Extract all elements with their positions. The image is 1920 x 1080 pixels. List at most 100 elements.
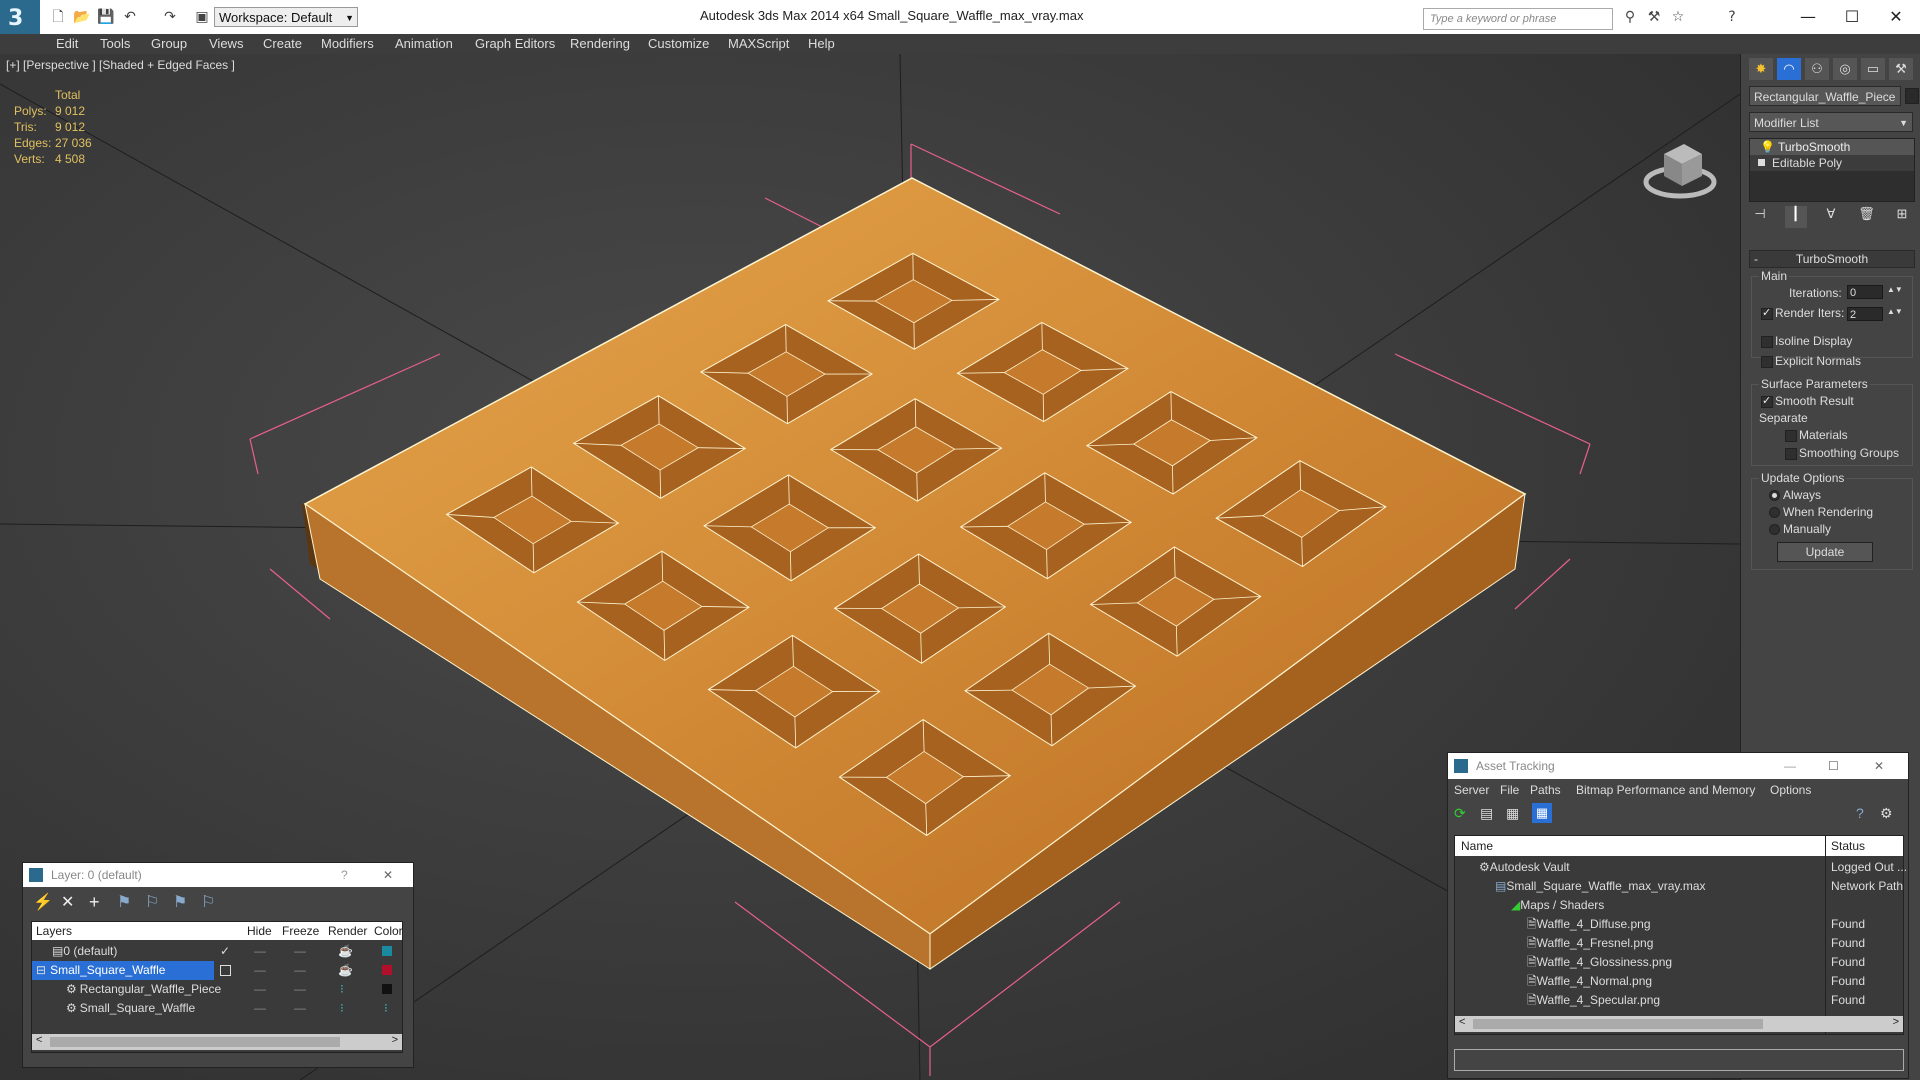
menu-options[interactable]: Options xyxy=(1770,781,1811,800)
layer-color-swatch[interactable] xyxy=(382,946,392,956)
help-button[interactable]: ? xyxy=(341,863,348,887)
modify-tab-icon[interactable]: ◠ xyxy=(1777,58,1801,80)
remove-modifier-icon[interactable]: 🗑 xyxy=(1856,206,1878,228)
menu-views[interactable]: Views xyxy=(209,34,243,54)
layer-window-titlebar[interactable]: Layer: 0 (default) ? ✕ xyxy=(23,863,413,887)
layer-row[interactable]: ⚙ Small_Square_Waffle — — ⁝ ⁝ xyxy=(32,999,402,1018)
maximize-button[interactable]: ☐ xyxy=(1828,753,1839,779)
viewport-label[interactable]: [+] [Perspective ] [Shaded + Edged Faces… xyxy=(6,58,235,72)
manually-radio[interactable] xyxy=(1769,524,1780,535)
hierarchy-tab-icon[interactable]: ⚇ xyxy=(1805,58,1829,80)
layer-row[interactable]: ⊟ Small_Square_Waffle — — ☕ xyxy=(32,961,402,980)
asset-row[interactable]: ⚙Autodesk Vault Logged Out ... xyxy=(1455,858,1907,877)
menu-graph-editors[interactable]: Graph Editors xyxy=(475,34,555,54)
help-icon[interactable]: ? xyxy=(1722,8,1742,26)
materials-checkbox[interactable] xyxy=(1785,430,1797,442)
utilities-tab-icon[interactable]: ⚒ xyxy=(1889,58,1913,80)
add-selection-icon[interactable]: ⚑ xyxy=(117,892,137,912)
undo-icon[interactable]: ↶ xyxy=(120,8,140,26)
asset-row[interactable]: ▤Small_Square_Waffle_max_vray.max Network… xyxy=(1455,877,1903,896)
active-checkbox[interactable] xyxy=(220,965,231,976)
asset-window-titlebar[interactable]: Asset Tracking — ☐ ✕ xyxy=(1448,753,1908,779)
motion-tab-icon[interactable]: ◎ xyxy=(1833,58,1857,80)
scrollbar-thumb[interactable] xyxy=(50,1037,340,1047)
layer-color-swatch[interactable] xyxy=(382,984,392,994)
freeze-toggle[interactable]: — xyxy=(294,942,306,961)
save-file-icon[interactable]: 💾 xyxy=(96,8,116,26)
freeze-toggle[interactable]: — xyxy=(294,961,306,980)
close-button[interactable]: ✕ xyxy=(1874,753,1884,779)
menu-rendering[interactable]: Rendering xyxy=(570,34,630,54)
menu-customize[interactable]: Customize xyxy=(648,34,709,54)
grid-view-icon[interactable]: ▦ xyxy=(1532,803,1552,823)
delete-layer-icon[interactable]: ✕ xyxy=(61,892,81,912)
list-view-icon[interactable]: ▤ xyxy=(1480,805,1493,822)
isoline-display-checkbox[interactable] xyxy=(1761,336,1773,348)
select-objects-icon[interactable]: ⚐ xyxy=(145,892,165,912)
minimize-button[interactable]: — xyxy=(1784,753,1796,779)
table-view-icon[interactable]: ▦ xyxy=(1506,805,1519,822)
hide-all-icon[interactable]: ⚐ xyxy=(201,892,221,912)
object-name-field[interactable]: Rectangular_Waffle_Piece xyxy=(1749,86,1901,106)
freeze-toggle[interactable]: — xyxy=(294,999,306,1018)
freeze-toggle[interactable]: — xyxy=(294,980,306,999)
select-layers-icon[interactable]: ⚡ xyxy=(33,892,53,912)
close-button[interactable]: ✕ xyxy=(1876,4,1916,30)
menu-server[interactable]: Server xyxy=(1454,781,1489,800)
iterations-spinner[interactable]: 0 xyxy=(1847,285,1883,299)
update-button[interactable]: Update xyxy=(1777,542,1873,562)
make-unique-icon[interactable]: ∀ xyxy=(1820,206,1842,228)
spinner-arrows-icon[interactable]: ▲▼ xyxy=(1887,307,1903,316)
menu-tools[interactable]: Tools xyxy=(100,34,130,54)
binoculars-icon[interactable]: ⚲ xyxy=(1620,8,1640,26)
maximize-button[interactable]: ☐ xyxy=(1832,4,1872,30)
explicit-normals-checkbox[interactable] xyxy=(1761,356,1773,368)
help-icon[interactable]: ? xyxy=(1856,805,1864,821)
spinner-arrows-icon[interactable]: ▲▼ xyxy=(1887,285,1903,294)
menu-group[interactable]: Group xyxy=(151,34,187,54)
layer-row[interactable]: ▤0 (default) ✓ — — ☕ xyxy=(32,942,402,961)
pin-stack-icon[interactable]: ⊣ xyxy=(1749,206,1771,228)
show-end-result-icon[interactable]: ┃ xyxy=(1784,206,1807,228)
asset-row[interactable]: 🗎Waffle_4_Diffuse.png Found xyxy=(1455,915,1903,934)
favorites-icon[interactable]: ☆ xyxy=(1668,8,1688,26)
object-color-swatch[interactable] xyxy=(1905,88,1919,104)
menu-maxscript[interactable]: MAXScript xyxy=(728,34,789,54)
menu-edit[interactable]: Edit xyxy=(56,34,78,54)
workspace-dropdown[interactable]: Workspace: Default ▼ xyxy=(214,7,358,27)
open-file-icon[interactable]: 📂 xyxy=(72,8,92,26)
add-layer-icon[interactable]: + xyxy=(89,892,109,913)
subscription-icon[interactable]: ⚒ xyxy=(1644,8,1664,26)
modifier-list-dropdown[interactable]: Modifier List ▼ xyxy=(1749,112,1913,132)
color-dots-icon[interactable]: ⁝ xyxy=(384,999,388,1018)
configure-sets-icon[interactable]: ⊞ xyxy=(1891,206,1913,228)
redo-icon[interactable]: ↷ xyxy=(160,8,180,26)
asset-row[interactable]: 🗎Waffle_4_Normal.png Found xyxy=(1455,972,1903,991)
hide-toggle[interactable]: — xyxy=(254,980,266,999)
col-status[interactable]: Status xyxy=(1831,837,1865,856)
asset-row[interactable]: 🗎Waffle_4_Glossiness.png Found xyxy=(1455,953,1903,972)
minimize-button[interactable]: — xyxy=(1788,4,1828,30)
always-radio[interactable] xyxy=(1769,490,1780,501)
turbosmooth-rollout-header[interactable]: - TurboSmooth xyxy=(1749,250,1915,268)
render-dots-icon[interactable]: ⁝ xyxy=(340,999,344,1018)
refresh-icon[interactable]: ⟳ xyxy=(1454,805,1466,822)
expand-icon[interactable]: ⊟ xyxy=(36,963,46,977)
col-freeze[interactable]: Freeze xyxy=(282,922,319,941)
lightbulb-icon[interactable]: 💡 xyxy=(1760,139,1775,155)
project-folder-icon[interactable]: ▣ xyxy=(192,8,212,26)
menu-create[interactable]: Create xyxy=(263,34,302,54)
layer-color-swatch[interactable] xyxy=(382,965,392,975)
render-iters-spinner[interactable]: 2 xyxy=(1847,307,1883,321)
hide-toggle[interactable]: — xyxy=(254,942,266,961)
when-rendering-radio[interactable] xyxy=(1769,507,1780,518)
asset-row[interactable]: 🗎Waffle_4_Fresnel.png Found xyxy=(1455,934,1903,953)
teapot-icon[interactable]: ☕ xyxy=(338,942,353,961)
menu-modifiers[interactable]: Modifiers xyxy=(321,34,374,54)
create-tab-icon[interactable]: ✸ xyxy=(1749,58,1773,80)
menu-bitmap-performance[interactable]: Bitmap Performance and Memory xyxy=(1576,781,1755,800)
teapot-icon[interactable]: ☕ xyxy=(338,961,353,980)
asset-row[interactable]: 🗎Waffle_4_Specular.png Found xyxy=(1455,991,1903,1010)
close-button[interactable]: ✕ xyxy=(383,863,393,887)
col-layers[interactable]: Layers xyxy=(36,922,72,941)
